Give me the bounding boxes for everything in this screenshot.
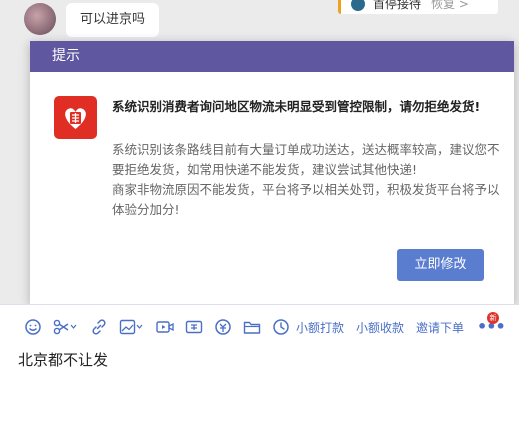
image-icon[interactable] (119, 318, 145, 336)
pinduoduo-logo-icon (54, 96, 97, 139)
warning-dialog: 提示 系统识别消费者询问地区物流未明显受到管控限制，请勿拒绝发货! 系统识别该条… (30, 41, 514, 304)
modify-now-button[interactable]: 立即修改 (397, 249, 484, 281)
dialog-header: 提示 (30, 41, 514, 72)
toolbar-links: 小额打款 小额收款 邀请下单 (296, 319, 476, 336)
price-icon[interactable] (214, 318, 232, 336)
dialog-body: 系统识别该条路线目前有大量订单成功送达，送达概率较高，建议您不要拒绝发货，如常用… (112, 140, 502, 220)
customer-message-bubble: 可以进京吗 (66, 3, 160, 37)
customer-avatar[interactable] (24, 3, 56, 35)
dialog-body-line: 系统识别该条路线目前有大量订单成功送达，送达概率较高，建议您不要拒绝发货，如常用… (112, 142, 500, 177)
folder-icon[interactable] (243, 318, 261, 336)
scissors-icon[interactable] (53, 318, 79, 336)
reception-status-label: 首停接待 (373, 0, 422, 11)
status-icon (351, 0, 365, 11)
dialog-title: 系统识别消费者询问地区物流未明显受到管控限制，请勿拒绝发货! (112, 99, 481, 114)
link-icon[interactable] (90, 318, 108, 336)
video-icon[interactable] (156, 318, 174, 336)
reception-status-card: 首停接待 恢复 > (338, 0, 498, 14)
small-payment-link[interactable]: 小额打款 (296, 319, 344, 336)
restore-link[interactable]: 恢复 > (431, 0, 469, 12)
draft-message-text[interactable]: 北京都不让发 (18, 349, 108, 370)
new-badge: 新 (487, 312, 499, 324)
emoji-icon[interactable] (24, 318, 42, 336)
dialog-body-line: 商家非物流原因不能发货，平台将予以相关处罚，积极发货平台将予以体验分加分! (112, 182, 500, 217)
invite-order-link[interactable]: 邀请下单 (416, 319, 464, 336)
clock-icon[interactable] (272, 318, 290, 336)
editor-toolbar (24, 315, 301, 339)
message-editor[interactable]: 小额打款 小额收款 邀请下单 ••• 新 北京都不让发 (0, 304, 519, 422)
small-collection-link[interactable]: 小额收款 (356, 319, 404, 336)
voucher-icon[interactable] (185, 318, 203, 336)
